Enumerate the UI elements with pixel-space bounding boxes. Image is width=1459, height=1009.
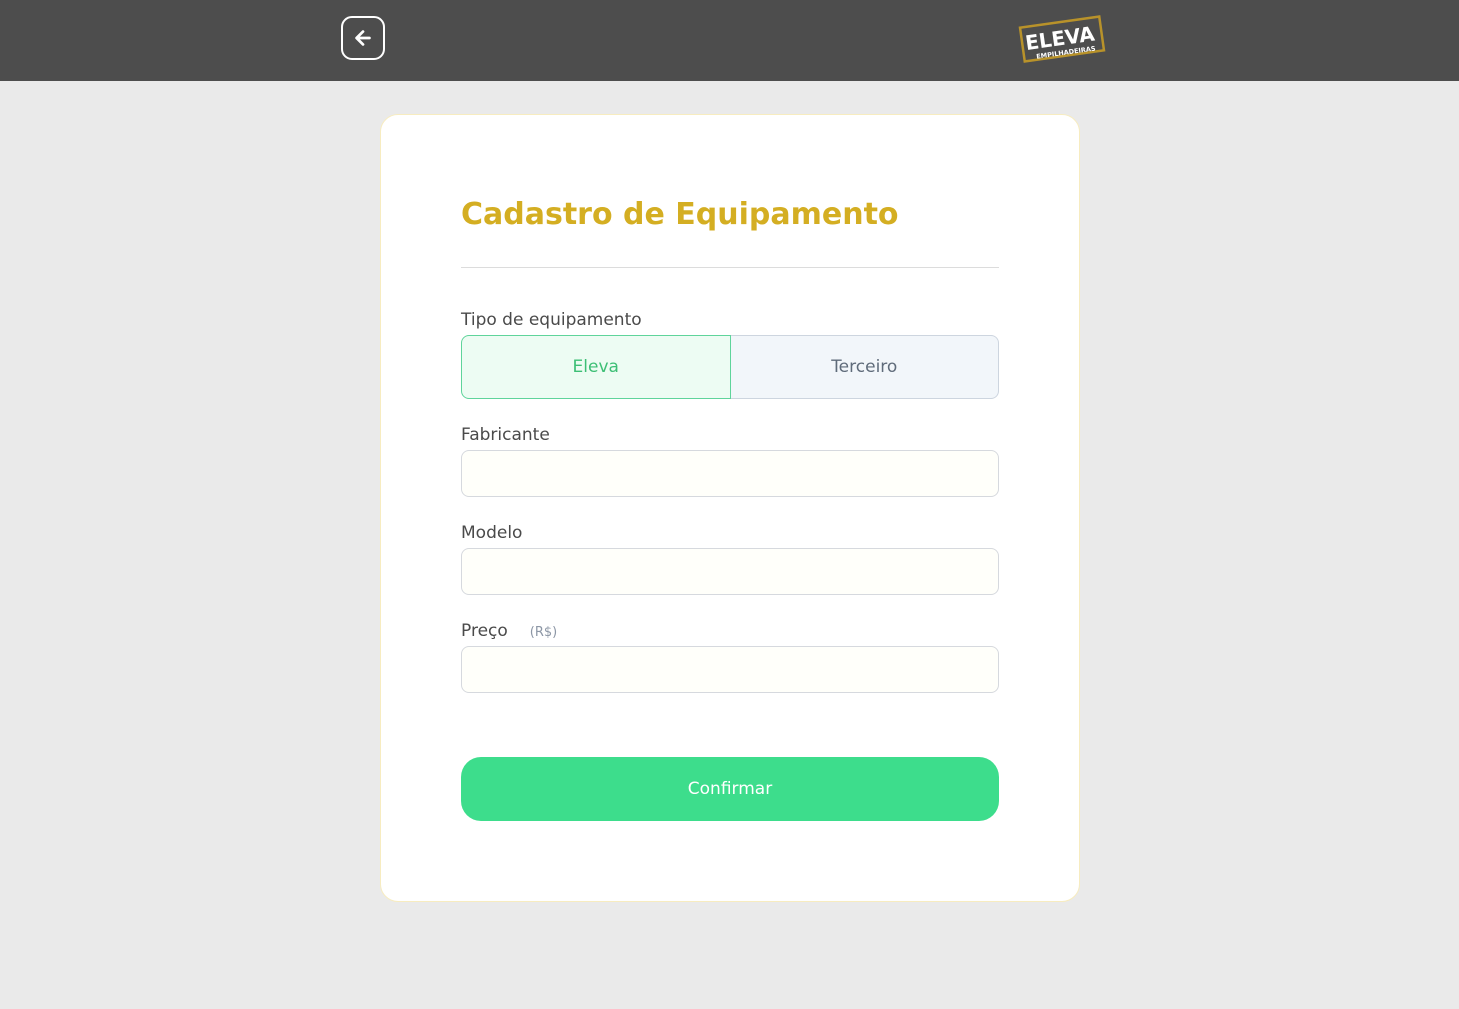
type-label: Tipo de equipamento bbox=[461, 310, 642, 330]
modelo-label: Modelo bbox=[461, 523, 523, 543]
modelo-input[interactable] bbox=[461, 548, 999, 595]
confirm-button[interactable]: Confirmar bbox=[461, 757, 999, 821]
preco-label: Preço bbox=[461, 621, 508, 641]
title-divider bbox=[461, 267, 999, 268]
eleva-logo: ELEVA EMPILHADEIRAS bbox=[1018, 14, 1106, 64]
arrow-left-icon bbox=[355, 30, 371, 46]
page-title: Cadastro de Equipamento bbox=[461, 197, 899, 232]
form-card: Cadastro de Equipamento Tipo de equipame… bbox=[380, 114, 1080, 902]
top-bar: ELEVA EMPILHADEIRAS bbox=[0, 0, 1459, 81]
equipment-type-toggle: Eleva Terceiro bbox=[461, 335, 999, 399]
fabricante-label: Fabricante bbox=[461, 425, 550, 445]
back-button[interactable] bbox=[341, 16, 385, 60]
preco-label-row: Preço (R$) bbox=[461, 621, 557, 641]
type-option-eleva[interactable]: Eleva bbox=[461, 335, 731, 399]
preco-input[interactable] bbox=[461, 646, 999, 693]
fabricante-input[interactable] bbox=[461, 450, 999, 497]
currency-unit: (R$) bbox=[529, 625, 558, 640]
type-option-terceiro[interactable]: Terceiro bbox=[730, 335, 999, 399]
